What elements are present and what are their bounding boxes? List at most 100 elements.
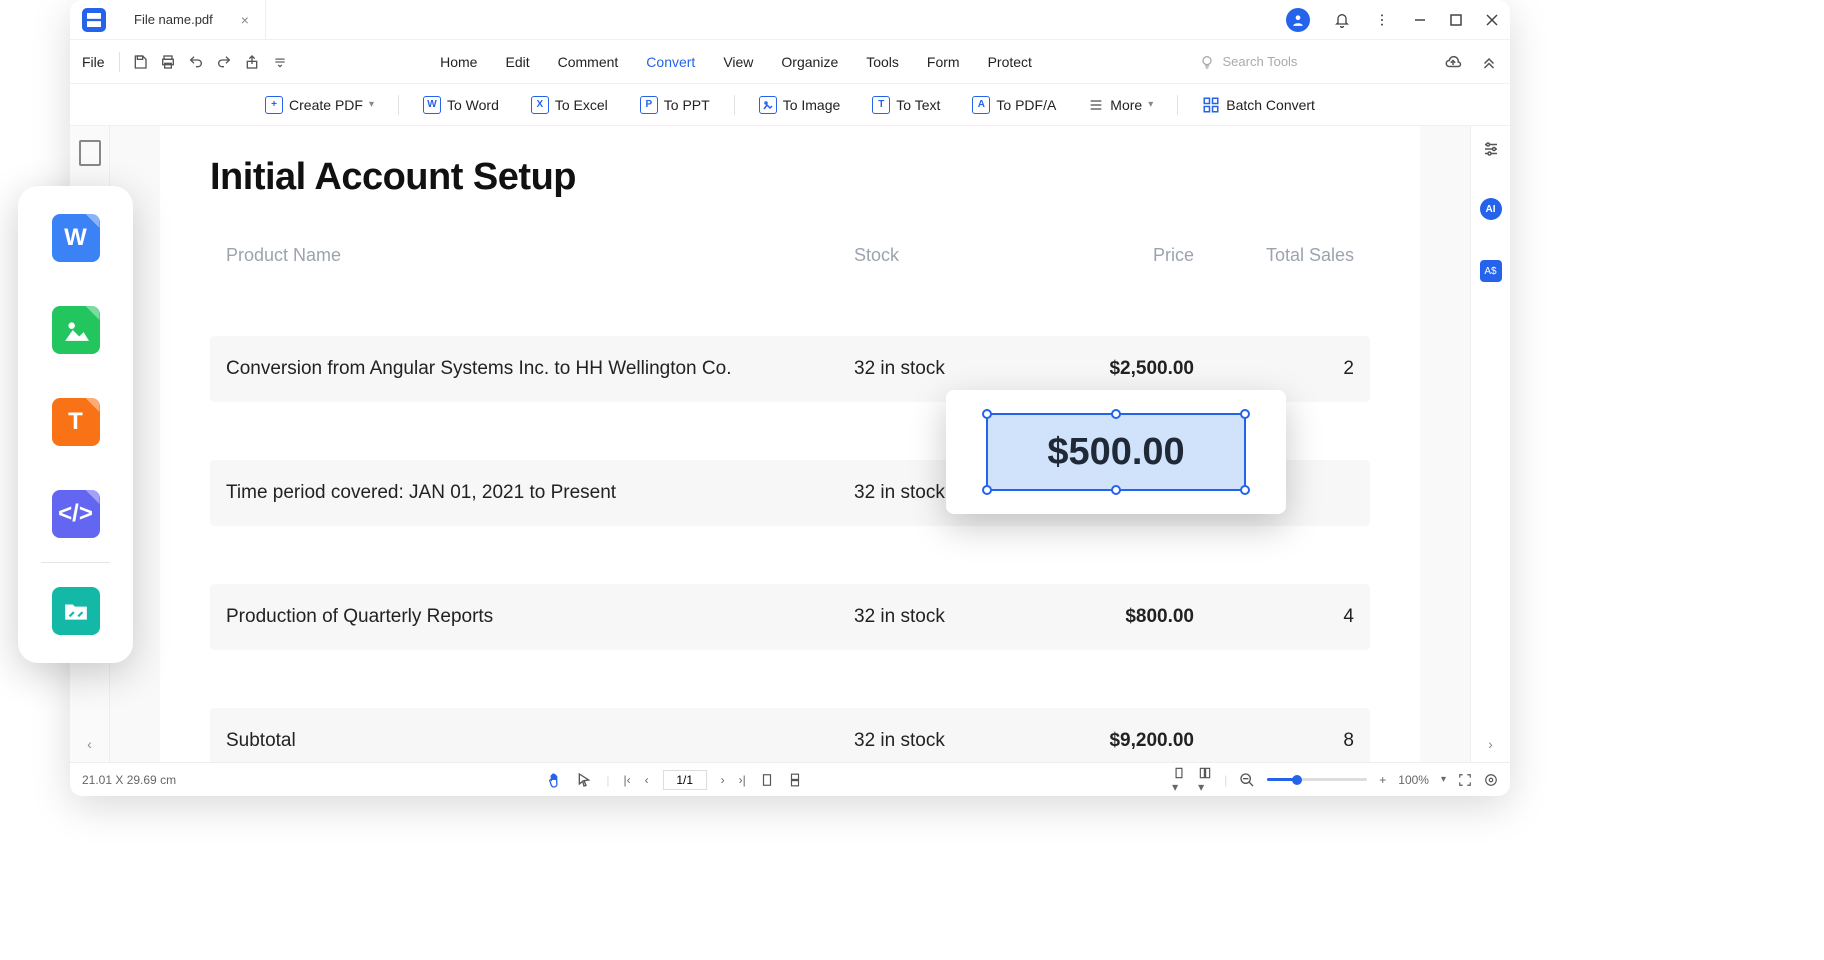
expand-right-icon[interactable]: › [1488,736,1493,752]
titlebar: File name.pdf × [70,0,1510,40]
to-ppt-label: To PPT [664,97,710,113]
properties-icon[interactable] [1482,140,1500,158]
cell-name: Time period covered: JAN 01, 2021 to Pre… [226,482,854,504]
document-title: Initial Account Setup [210,156,1370,199]
user-avatar-icon[interactable] [1286,8,1310,32]
tab-protect[interactable]: Protect [988,54,1032,70]
collapse-ribbon-icon[interactable] [1480,53,1498,71]
redo-icon[interactable] [210,48,238,76]
tab-comment[interactable]: Comment [558,54,619,70]
document-tab[interactable]: File name.pdf × [118,0,266,39]
to-image-button[interactable]: To Image [751,92,849,118]
convert-to-text-icon[interactable]: T [52,398,100,446]
page-number-input[interactable] [663,770,707,790]
cell-name: Subtotal [226,730,854,752]
ai-badge-icon[interactable]: AI [1480,198,1502,220]
zoom-out-icon[interactable] [1239,772,1255,788]
tab-title: File name.pdf [134,12,213,27]
tab-home[interactable]: Home [440,54,477,70]
single-page-icon[interactable] [760,773,774,787]
resize-handle-icon[interactable] [1240,409,1250,419]
chevron-down-icon: ▾ [369,99,374,110]
tab-view[interactable]: View [723,54,753,70]
more-button[interactable]: More ▾ [1080,93,1161,117]
next-page-icon[interactable]: › [721,773,725,787]
cloud-upload-icon[interactable] [1444,53,1462,71]
print-icon[interactable] [154,48,182,76]
thumbnails-icon[interactable] [79,140,101,166]
create-pdf-button[interactable]: + Create PDF ▾ [257,92,382,118]
convert-to-image-icon[interactable] [52,306,100,354]
prev-page-icon[interactable]: ‹ [645,773,649,787]
zoom-in-icon[interactable]: + [1379,773,1386,787]
cell-stock: 32 in stock [854,606,1014,628]
to-ppt-button[interactable]: P To PPT [632,92,718,118]
fullscreen-icon[interactable] [1458,773,1472,787]
fit-width-icon[interactable] [1484,773,1498,787]
resize-handle-icon[interactable] [1111,485,1121,495]
resize-handle-icon[interactable] [1111,409,1121,419]
excel-icon: X [531,96,549,114]
maximize-icon[interactable] [1450,14,1462,26]
kebab-menu-icon[interactable] [1374,12,1390,28]
batch-folder-icon[interactable] [52,587,100,635]
quick-access-dropdown-icon[interactable] [266,48,294,76]
notifications-icon[interactable] [1334,12,1350,28]
to-pdfa-label: To PDF/A [996,97,1056,113]
image-icon [759,96,777,114]
hand-tool-icon[interactable] [546,772,562,788]
select-tool-icon[interactable] [576,772,592,788]
tab-edit[interactable]: Edit [505,54,529,70]
col-header-stock: Stock [854,245,1014,266]
collapse-left-icon[interactable]: ‹ [87,736,92,752]
create-pdf-label: Create PDF [289,97,363,113]
col-header-name: Product Name [226,245,854,266]
undo-icon[interactable] [182,48,210,76]
minimize-icon[interactable] [1414,14,1426,26]
cell-total: 4 [1194,606,1354,628]
convert-to-html-icon[interactable]: </> [52,490,100,538]
to-word-button[interactable]: W To Word [415,92,507,118]
convert-to-word-icon[interactable]: W [52,214,100,262]
to-text-button[interactable]: T To Text [864,92,948,118]
chevron-down-icon[interactable]: ▾ [1441,774,1446,785]
first-page-icon[interactable]: |‹ [624,773,631,787]
tab-convert[interactable]: Convert [646,54,695,70]
view-mode-1-icon[interactable]: ▾ [1172,766,1186,794]
cell-total: 2 [1194,358,1354,380]
tab-tools[interactable]: Tools [866,54,899,70]
cell-price: $2,500.00 [1014,358,1194,380]
to-pdfa-button[interactable]: A To PDF/A [964,92,1064,118]
share-icon[interactable] [238,48,266,76]
edit-selection-overlay: $500.00 [946,390,1286,514]
menubar: File Home Edit Comment Convert View Orga… [70,40,1510,84]
save-icon[interactable] [126,48,154,76]
cell-stock: 32 in stock [854,730,1014,752]
zoom-slider[interactable] [1267,778,1367,781]
to-excel-label: To Excel [555,97,608,113]
to-text-label: To Text [896,97,940,113]
resize-handle-icon[interactable] [1240,485,1250,495]
translate-badge-icon[interactable]: A$ [1480,260,1502,282]
continuous-page-icon[interactable] [788,773,802,787]
resize-handle-icon[interactable] [982,409,992,419]
last-page-icon[interactable]: ›| [739,773,746,787]
to-excel-button[interactable]: X To Excel [523,92,616,118]
selected-text-box[interactable]: $500.00 [986,413,1246,491]
cell-stock: 32 in stock [854,358,1014,380]
zoom-level[interactable]: 100% [1398,773,1429,787]
close-tab-icon[interactable]: × [241,12,249,28]
tab-organize[interactable]: Organize [781,54,838,70]
statusbar: 21.01 X 29.69 cm | |‹ ‹ › ›| ▾ ▾ | + 100… [70,762,1510,796]
batch-convert-button[interactable]: Batch Convert [1194,92,1323,118]
close-window-icon[interactable] [1486,14,1498,26]
file-menu[interactable]: File [82,54,105,70]
tab-form[interactable]: Form [927,54,960,70]
table-row: Production of Quarterly Reports 32 in st… [210,584,1370,650]
view-mode-2-icon[interactable]: ▾ [1198,766,1212,794]
search-tools-placeholder: Search Tools [1223,54,1298,69]
cell-price: $800.00 [1014,606,1194,628]
ribbon-tabs: Home Edit Comment Convert View Organize … [440,54,1032,70]
resize-handle-icon[interactable] [982,485,992,495]
search-tools-field[interactable]: Search Tools [1199,54,1298,70]
